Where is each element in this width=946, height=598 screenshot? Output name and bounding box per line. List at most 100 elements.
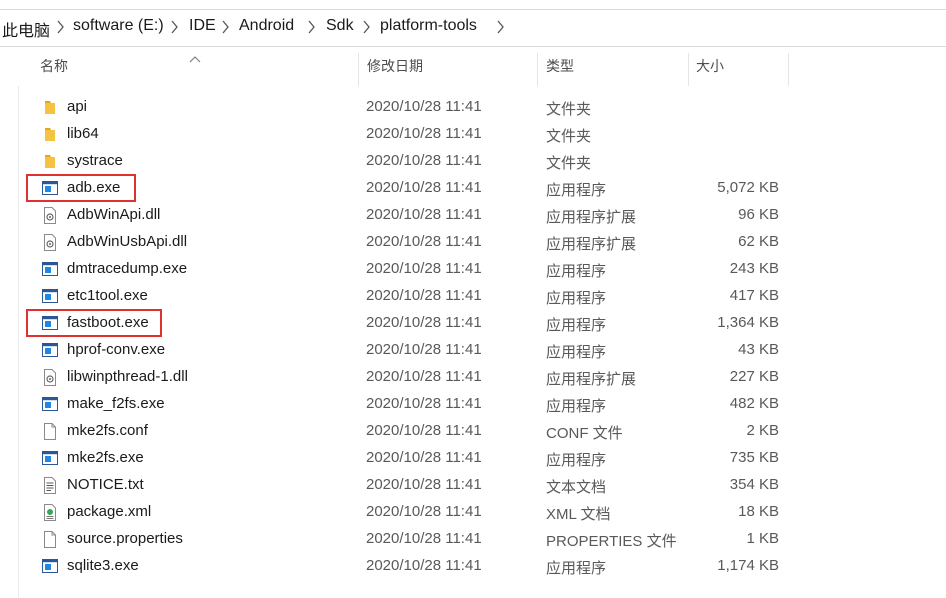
column-divider[interactable] <box>358 53 359 86</box>
file-date: 2020/10/28 11:41 <box>366 449 482 466</box>
file-name: lib64 <box>67 125 99 142</box>
file-date: 2020/10/28 11:41 <box>366 476 482 493</box>
address-bar[interactable]: 此电脑 software (E:) IDE Android Sdk platfo… <box>0 0 946 52</box>
file-size: 96 KB <box>738 206 779 223</box>
exe-icon <box>42 558 58 575</box>
file-row[interactable]: dmtracedump.exe 2020/10/28 11:41 应用程序 243 K… <box>28 256 798 283</box>
file-size: 243 KB <box>729 260 779 277</box>
exe-icon <box>42 450 58 467</box>
file-type: 应用程序 <box>546 560 607 577</box>
file-type: 文本文档 <box>546 479 607 496</box>
file-name: api <box>67 98 88 115</box>
file-type: 文件夹 <box>546 155 592 172</box>
chevron-right-icon[interactable] <box>495 17 507 37</box>
chevron-right-icon[interactable] <box>306 17 318 37</box>
file-row[interactable]: hprof-conv.exe 2020/10/28 11:41 应用程序 43 KB <box>28 337 798 364</box>
exe-icon <box>42 342 58 359</box>
chevron-right-icon[interactable] <box>361 17 373 37</box>
file-date: 2020/10/28 11:41 <box>366 260 482 277</box>
file-row[interactable]: NOTICE.txt 2020/10/28 11:41 文本文档 354 KB <box>28 472 798 499</box>
exe-icon <box>42 396 58 413</box>
breadcrumb-platform-tools[interactable]: platform-tools <box>380 17 477 35</box>
file-date: 2020/10/28 11:41 <box>366 530 482 547</box>
exe-icon <box>42 261 58 278</box>
column-header-size[interactable]: 大小 <box>696 56 724 86</box>
file-type: 应用程序 <box>546 290 607 307</box>
file-size: 735 KB <box>729 449 779 466</box>
file-type: 应用程序扩展 <box>546 371 637 388</box>
file-name: sqlite3.exe <box>67 557 139 574</box>
chevron-right-icon[interactable] <box>220 17 232 37</box>
file-size: 1,364 KB <box>717 314 779 331</box>
file-type: 文件夹 <box>546 128 592 145</box>
file-row[interactable]: AdbWinApi.dll 2020/10/28 11:41 应用程序扩展 96 KB <box>28 202 798 229</box>
file-date: 2020/10/28 11:41 <box>366 368 482 385</box>
exe-icon <box>42 288 58 305</box>
file-size: 5,072 KB <box>717 179 779 196</box>
file-name: source.properties <box>67 530 183 547</box>
file-date: 2020/10/28 11:41 <box>366 422 482 439</box>
file-name: mke2fs.conf <box>67 422 148 439</box>
breadcrumb-this-pc[interactable]: 此电脑 <box>2 17 50 41</box>
file-type: 应用程序 <box>546 182 607 199</box>
dll-icon <box>42 234 58 251</box>
file-date: 2020/10/28 11:41 <box>366 314 482 331</box>
file-name: NOTICE.txt <box>67 476 144 493</box>
file-row[interactable]: adb.exe 2020/10/28 11:41 应用程序 5,072 KB <box>28 175 798 202</box>
column-header-date[interactable]: 修改日期 <box>367 56 423 86</box>
file-row[interactable]: libwinpthread-1.dll 2020/10/28 11:41 应用程序扩… <box>28 364 798 391</box>
dll-icon <box>42 369 58 386</box>
file-date: 2020/10/28 11:41 <box>366 395 482 412</box>
column-divider[interactable] <box>688 53 689 86</box>
breadcrumb-sdk[interactable]: Sdk <box>326 17 354 35</box>
file-name: AdbWinUsbApi.dll <box>67 233 188 250</box>
file-type: XML 文档 <box>546 506 611 523</box>
breadcrumb-ide[interactable]: IDE <box>189 17 216 35</box>
file-row[interactable]: AdbWinUsbApi.dll 2020/10/28 11:41 应用程序扩展 62… <box>28 229 798 256</box>
file-name: AdbWinApi.dll <box>67 206 161 223</box>
file-size: 417 KB <box>729 287 779 304</box>
file-row[interactable]: etc1tool.exe 2020/10/28 11:41 应用程序 417 KB <box>28 283 798 310</box>
file-date: 2020/10/28 11:41 <box>366 557 482 574</box>
file-row[interactable]: source.properties 2020/10/28 11:41 PROPERT… <box>28 526 798 553</box>
column-header-type[interactable]: 类型 <box>546 56 574 86</box>
file-date: 2020/10/28 11:41 <box>366 206 482 223</box>
breadcrumb-drive[interactable]: software (E:) <box>73 17 164 35</box>
chevron-right-icon[interactable] <box>55 17 67 37</box>
column-header-name[interactable]: 名称 <box>40 56 68 86</box>
file-type: 应用程序扩展 <box>546 236 637 253</box>
file-row[interactable]: api 2020/10/28 11:41 文件夹 <box>28 94 798 121</box>
file-name: systrace <box>67 152 123 169</box>
sort-ascending-icon <box>189 51 201 69</box>
file-row[interactable]: sqlite3.exe 2020/10/28 11:41 应用程序 1,174 KB <box>28 553 798 580</box>
file-row[interactable]: make_f2fs.exe 2020/10/28 11:41 应用程序 482 KB <box>28 391 798 418</box>
file-size: 354 KB <box>729 476 779 493</box>
file-type: 文件夹 <box>546 101 592 118</box>
file-type: 应用程序 <box>546 344 607 361</box>
file-icon <box>42 423 58 440</box>
file-row[interactable]: package.xml 2020/10/28 11:41 XML 文档 18 KB <box>28 499 798 526</box>
file-date: 2020/10/28 11:41 <box>366 341 482 358</box>
file-name: package.xml <box>67 503 152 520</box>
file-row[interactable]: mke2fs.conf 2020/10/28 11:41 CONF 文件 2 KB <box>28 418 798 445</box>
file-date: 2020/10/28 11:41 <box>366 179 482 196</box>
file-date: 2020/10/28 11:41 <box>366 287 482 304</box>
file-row[interactable]: lib64 2020/10/28 11:41 文件夹 <box>28 121 798 148</box>
file-size: 18 KB <box>738 503 779 520</box>
file-date: 2020/10/28 11:41 <box>366 98 482 115</box>
breadcrumb-android[interactable]: Android <box>239 17 294 35</box>
file-type: CONF 文件 <box>546 425 623 442</box>
column-divider[interactable] <box>537 53 538 86</box>
file-size: 43 KB <box>738 341 779 358</box>
column-divider[interactable] <box>788 53 789 86</box>
file-type: 应用程序 <box>546 452 607 469</box>
file-row[interactable]: systrace 2020/10/28 11:41 文件夹 <box>28 148 798 175</box>
folder-icon <box>42 99 58 116</box>
file-name: libwinpthread-1.dll <box>67 368 188 385</box>
file-name: make_f2fs.exe <box>67 395 165 412</box>
file-size: 2 KB <box>746 422 779 439</box>
file-size: 227 KB <box>729 368 779 385</box>
chevron-right-icon[interactable] <box>169 17 181 37</box>
file-row[interactable]: mke2fs.exe 2020/10/28 11:41 应用程序 735 KB <box>28 445 798 472</box>
file-name: hprof-conv.exe <box>67 341 166 358</box>
